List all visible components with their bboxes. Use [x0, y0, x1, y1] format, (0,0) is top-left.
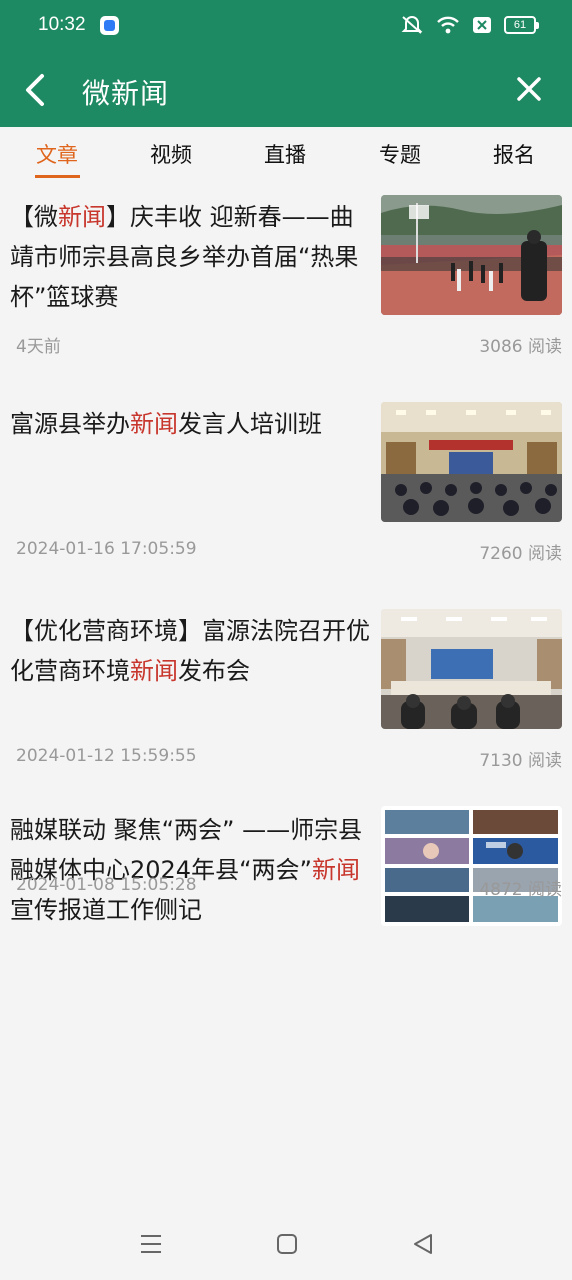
page-title: 微新闻 [82, 77, 170, 110]
article-title: 【优化营商环境】富源法院召开优化营商环境新闻发布会 [10, 617, 370, 685]
status-bar: 10:32 61 [0, 0, 572, 52]
article-thumbnail [381, 806, 562, 926]
article-item-3[interactable]: 【优化营商环境】富源法院召开优化营商环境新闻发布会 2024-01-12 15:… [0, 599, 572, 806]
tab-signup[interactable]: 报名 [474, 139, 554, 169]
battery-icon: 61 [504, 16, 539, 34]
back-nav-button[interactable] [412, 1232, 434, 1260]
system-nav-bar [0, 1210, 572, 1280]
article-item-2[interactable]: 富源县举办新闻发言人培训班 2024-01-16 17:05:59 7260 阅… [0, 392, 572, 599]
article-thumbnail [381, 195, 562, 315]
app-notification-icon [100, 16, 119, 35]
article-thumbnail [381, 402, 562, 522]
home-button[interactable] [276, 1232, 298, 1260]
triangle-back-icon [414, 1234, 432, 1254]
article-list: 【微新闻】庆丰收 迎新春——曲靖市师宗县高良乡举办首届“热果杯”篮球赛 4天前 … [0, 185, 572, 1013]
article-item-1[interactable]: 【微新闻】庆丰收 迎新春——曲靖市师宗县高良乡举办首届“热果杯”篮球赛 4天前 … [0, 185, 572, 392]
active-tab-indicator [35, 175, 80, 178]
home-square-icon [277, 1234, 297, 1254]
article-read-count: 7130 阅读 [479, 751, 562, 771]
menu-button[interactable] [140, 1232, 162, 1260]
status-icons: 61 [400, 14, 539, 36]
close-button[interactable] [512, 72, 546, 106]
wifi-icon [437, 16, 459, 34]
article-read-count: 3086 阅读 [479, 337, 562, 357]
category-tabs: 文章 视频 直播 专题 报名 [0, 127, 572, 185]
article-date: 2024-01-12 15:59:55 [16, 746, 197, 766]
menu-icon [141, 1235, 161, 1253]
article-title: 融媒联动 聚焦“两会” ——师宗县融媒体中心2024年县“两会”新闻宣传报道工作… [10, 816, 363, 924]
article-read-count: 7260 阅读 [479, 544, 562, 564]
tab-videos[interactable]: 视频 [131, 139, 211, 169]
tab-topics[interactable]: 专题 [360, 139, 440, 169]
article-title: 【微新闻】庆丰收 迎新春——曲靖市师宗县高良乡举办首届“热果杯”篮球赛 [10, 203, 359, 311]
sim-blocked-icon [473, 17, 491, 33]
article-read-count: 4872 阅读 [479, 880, 562, 900]
article-title: 富源县举办新闻发言人培训班 [10, 410, 322, 438]
article-item-4[interactable]: 融媒联动 聚焦“两会” ——师宗县融媒体中心2024年县“两会”新闻宣传报道工作… [0, 806, 572, 1013]
tab-articles[interactable]: 文章 [17, 139, 97, 169]
tab-live[interactable]: 直播 [245, 139, 325, 169]
mute-icon [401, 16, 423, 34]
title-bar: 微新闻 [0, 52, 572, 127]
chevron-left-icon [26, 74, 44, 106]
article-date: 2024-01-16 17:05:59 [16, 539, 197, 559]
article-thumbnail [381, 609, 562, 729]
close-icon [517, 77, 541, 101]
back-button[interactable] [18, 70, 54, 110]
status-time: 10:32 [38, 14, 86, 35]
article-date: 2024-01-08 15:05:28 [16, 875, 197, 895]
article-date: 4天前 [16, 337, 61, 357]
